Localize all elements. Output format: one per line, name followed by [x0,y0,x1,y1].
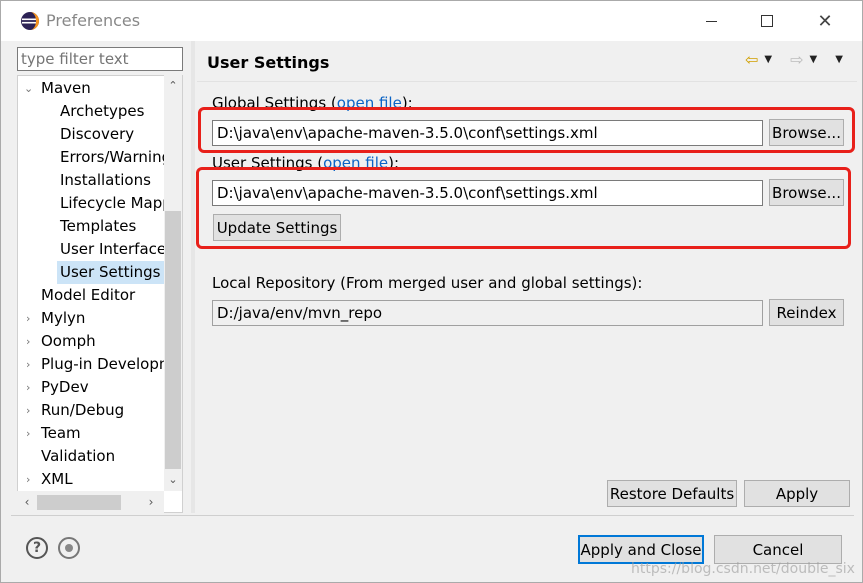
scroll-down-icon[interactable]: ⌄ [164,471,182,489]
chevron-right-icon[interactable]: › [26,353,38,376]
restore-defaults-button[interactable]: Restore Defaults [607,480,737,507]
tree-item-mylyn[interactable]: Mylyn [41,307,85,330]
maximize-button[interactable] [739,1,795,41]
tree-item-maven[interactable]: Maven [41,77,91,100]
scroll-up-icon[interactable]: ⌃ [164,77,182,95]
back-dropdown-icon[interactable]: ▼ [764,54,772,65]
tree-item-pydev[interactable]: PyDev [41,376,89,399]
tree-item-oomph[interactable]: Oomph [41,330,96,353]
scroll-left-icon[interactable]: ‹ [19,493,35,511]
local-repository-label: Local Repository (From merged user and g… [212,274,643,292]
local-repository-field [212,300,763,326]
page-title: User Settings [207,53,330,72]
user-settings-field[interactable] [212,180,763,206]
record-dot [65,544,73,552]
minimize-button[interactable] [683,1,739,41]
global-settings-browse-button[interactable]: Browse... [769,119,844,146]
tree-item-archetypes[interactable]: Archetypes [60,100,144,123]
tree-item-xml[interactable]: XML [41,468,73,491]
user-settings-label-prefix: User Settings ( [212,154,324,172]
help-icon[interactable]: ? [26,537,48,559]
global-settings-open-file-link[interactable]: open file [337,94,402,112]
footer-separator [11,515,854,516]
close-icon: ✕ [817,10,833,32]
global-settings-label-prefix: Global Settings ( [212,94,337,112]
global-settings-label-suffix: ): [401,94,413,112]
user-settings-label-suffix: ): [388,154,400,172]
tree-horizontal-scroll-thumb[interactable] [37,495,121,510]
chevron-right-icon[interactable]: › [26,307,38,330]
preference-tree: ⌄ Maven Archetypes Discovery Errors/Warn… [17,75,183,513]
tree-item-plugin-development[interactable]: Plug-in Development [41,353,182,376]
tree-vertical-scroll-thumb[interactable] [165,211,181,469]
scroll-right-icon[interactable]: › [143,493,159,511]
chevron-right-icon[interactable]: › [26,422,38,445]
tree-item-errors-warnings[interactable]: Errors/Warnings [60,146,179,169]
view-menu-icon[interactable]: ▼ [835,54,843,65]
tree-item-discovery[interactable]: Discovery [60,123,134,146]
minimize-icon [705,20,717,22]
watermark-text: https://blog.csdn.net/double_six [631,561,855,577]
global-settings-field[interactable] [212,120,763,146]
user-settings-label: User Settings (open file): [212,154,399,172]
tree-item-run-debug[interactable]: Run/Debug [41,399,124,422]
close-button[interactable]: ✕ [797,1,853,41]
reindex-button[interactable]: Reindex [769,299,844,326]
tree-item-team[interactable]: Team [41,422,81,445]
user-settings-browse-button[interactable]: Browse... [769,179,844,206]
global-settings-label: Global Settings (open file): [212,94,413,112]
tree-item-installations[interactable]: Installations [60,169,151,192]
record-icon[interactable] [58,537,80,559]
back-arrow-icon[interactable]: ⇦ [745,50,758,69]
chevron-right-icon[interactable]: › [26,399,38,422]
title-bar: Preferences ✕ [1,1,862,41]
forward-arrow-icon[interactable]: ⇨ [790,50,803,69]
tree-item-user-settings[interactable]: User Settings [57,261,165,284]
maximize-icon [761,15,773,27]
chevron-right-icon[interactable]: › [26,468,38,491]
cancel-button[interactable]: Cancel [714,535,842,564]
title-separator [197,81,857,82]
user-settings-open-file-link[interactable]: open file [323,154,388,172]
window-title: Preferences [46,11,141,30]
chevron-down-icon[interactable]: ⌄ [24,77,36,100]
eclipse-logo-icon [21,12,39,30]
tree-item-templates[interactable]: Templates [60,215,136,238]
filter-input[interactable] [17,47,183,71]
apply-button[interactable]: Apply [744,480,850,507]
tree-item-user-interface[interactable]: User Interface [60,238,166,261]
update-settings-button[interactable]: Update Settings [213,214,341,241]
page-navigation: ⇦ ▼ ⇨ ▼ ▼ [745,49,855,69]
chevron-right-icon[interactable]: › [26,376,38,399]
tree-item-validation[interactable]: Validation [41,445,115,468]
preferences-window: Preferences ✕ ⌄ Maven Archetypes Discove… [0,0,863,583]
apply-and-close-button[interactable]: Apply and Close [578,535,704,564]
forward-dropdown-icon[interactable]: ▼ [810,54,818,65]
chevron-right-icon[interactable]: › [26,330,38,353]
tree-item-model-editor[interactable]: Model Editor [41,284,135,307]
